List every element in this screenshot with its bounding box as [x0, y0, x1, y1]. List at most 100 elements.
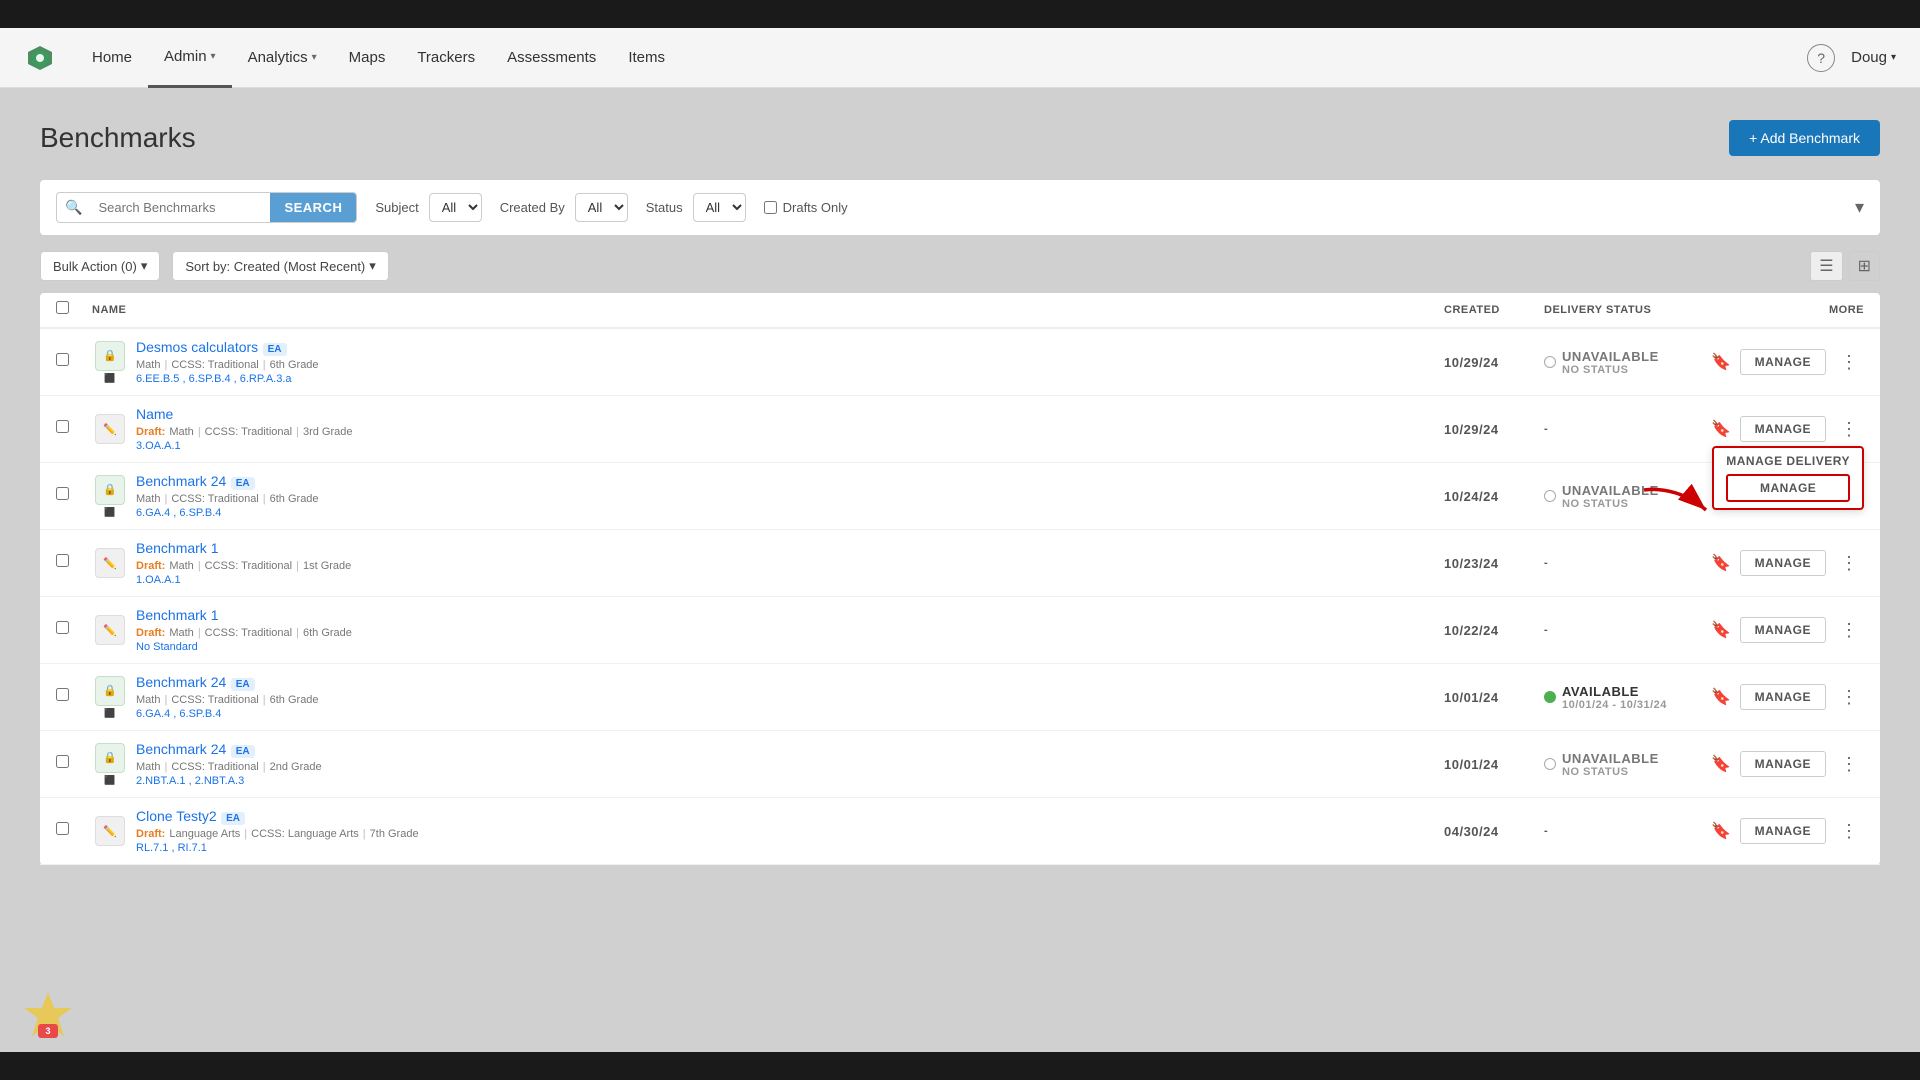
benchmark-name-link-8[interactable]: Clone Testy2: [136, 808, 217, 824]
row-name-col-4: Benchmark 1 Draft: Math | CCSS: Traditio…: [128, 540, 1444, 586]
row-icon-2: ✏️: [92, 414, 128, 444]
analytics-chevron: ▾: [312, 52, 317, 63]
row-name-col-6: Benchmark 24 EA Math | CCSS: Traditional…: [128, 674, 1444, 720]
row-created-5: 10/22/24: [1444, 623, 1544, 638]
row-icon-6: 🔒 ⬛: [92, 676, 128, 719]
nav-analytics[interactable]: Analytics ▾: [232, 28, 333, 88]
top-bar: [0, 0, 1920, 28]
bottom-bar: [0, 1052, 1920, 1080]
benchmarks-table: NAME CREATED DELIVERY STATUS MORE 🔒 ⬛: [40, 293, 1880, 865]
search-button[interactable]: SEARCH: [270, 193, 356, 222]
search-icon: 🔍: [57, 193, 90, 222]
benchmark-name-link-5[interactable]: Benchmark 1: [136, 607, 218, 623]
admin-chevron: ▾: [211, 51, 216, 62]
nav-items: Home Admin ▾ Analytics ▾ Maps Trackers A…: [76, 28, 1807, 88]
app-logo[interactable]: [24, 42, 56, 74]
more-menu-button-8[interactable]: ⋮: [1834, 819, 1864, 844]
benchmark-name-link-4[interactable]: Benchmark 1: [136, 540, 218, 556]
row-icon-3: 🔒 ⬛: [92, 475, 128, 518]
delivery-column-header: DELIVERY STATUS: [1544, 304, 1724, 316]
corner-badge: 3: [20, 988, 76, 1044]
lock-icon-7: 🔒: [95, 743, 125, 773]
more-menu-button-4[interactable]: ⋮: [1834, 551, 1864, 576]
row-name-col-7: Benchmark 24 EA Math | CCSS: Traditional…: [128, 741, 1444, 787]
status-select[interactable]: All: [693, 193, 746, 222]
grid-view-button[interactable]: ⊞: [1849, 251, 1880, 281]
row-delivery-7: Unavailable No Status: [1544, 751, 1724, 778]
bulk-action-button[interactable]: Bulk Action (0) ▾: [40, 251, 160, 281]
row-standards-3: 6.GA.4 , 6.SP.B.4: [136, 507, 1444, 519]
select-all-checkbox[interactable]: [56, 301, 69, 314]
more-menu-button-5[interactable]: ⋮: [1834, 618, 1864, 643]
view-toggle: ☰ ⊞: [1810, 251, 1880, 281]
subject-label: Subject: [375, 200, 418, 215]
sort-button[interactable]: Sort by: Created (Most Recent) ▾: [172, 251, 388, 281]
table-row: ✏️ Benchmark 1 Draft: Math | CCSS: Tradi…: [40, 530, 1880, 597]
search-input[interactable]: [90, 194, 270, 221]
benchmark-name-link-7[interactable]: Benchmark 24: [136, 741, 226, 757]
row-created-4: 10/23/24: [1444, 556, 1544, 571]
pencil-icon-4: ✏️: [95, 548, 125, 578]
manage-button-5[interactable]: MANAGE: [1740, 617, 1826, 643]
row-standards-7: 2.NBT.A.1 , 2.NBT.A.3: [136, 775, 1444, 787]
expand-filters-button[interactable]: ▾: [1855, 197, 1864, 218]
benchmark-name-link-2[interactable]: Name: [136, 406, 173, 422]
benchmark-name-link-3[interactable]: Benchmark 24: [136, 473, 226, 489]
row-checkbox-8: [56, 822, 92, 840]
more-menu-button-7[interactable]: ⋮: [1834, 752, 1864, 777]
row-actions-2: 🔖 MANAGE ⋮: [1724, 416, 1864, 442]
manage-button-8[interactable]: MANAGE: [1740, 818, 1826, 844]
nav-maps[interactable]: Maps: [333, 28, 402, 88]
search-container: 🔍 SEARCH: [56, 192, 357, 223]
manage-button-4[interactable]: MANAGE: [1740, 550, 1826, 576]
filter-bar: 🔍 SEARCH Subject All Created By All Stat…: [40, 180, 1880, 235]
row-meta-6: Math | CCSS: Traditional | 6th Grade: [136, 694, 1444, 706]
row-created-2: 10/29/24: [1444, 422, 1544, 437]
add-benchmark-button[interactable]: + Add Benchmark: [1729, 120, 1880, 156]
manage-button-7[interactable]: MANAGE: [1740, 751, 1826, 777]
table-header: NAME CREATED DELIVERY STATUS MORE: [40, 293, 1880, 329]
nav-items[interactable]: Items: [612, 28, 681, 88]
status-dot-6: [1544, 691, 1556, 703]
row-meta-1: Math | CCSS: Traditional | 6th Grade: [136, 359, 1444, 371]
svg-text:3: 3: [45, 1026, 50, 1036]
bookmark-icon-1: 🔖: [1711, 352, 1731, 372]
nav-home[interactable]: Home: [76, 28, 148, 88]
row-actions-6: 🔖 MANAGE ⋮: [1724, 684, 1864, 710]
manage-button-6[interactable]: MANAGE: [1740, 684, 1826, 710]
row-delivery-4: -: [1544, 557, 1724, 569]
more-menu-button-2[interactable]: ⋮: [1834, 417, 1864, 442]
row-icon-7: 🔒 ⬛: [92, 743, 128, 786]
drafts-only-checkbox[interactable]: [764, 201, 777, 214]
more-menu-button-6[interactable]: ⋮: [1834, 685, 1864, 710]
user-menu[interactable]: Doug ▾: [1851, 49, 1896, 66]
ea-badge-3: EA: [231, 477, 255, 490]
row-name-col-5: Benchmark 1 Draft: Math | CCSS: Traditio…: [128, 607, 1444, 653]
status-dot-7: [1544, 758, 1556, 770]
help-button[interactable]: ?: [1807, 44, 1835, 72]
row-icon-1: 🔒 ⬛: [92, 341, 128, 384]
subject-select[interactable]: All: [429, 193, 482, 222]
row-meta-7: Math | CCSS: Traditional | 2nd Grade: [136, 761, 1444, 773]
lock-icon-3: 🔒: [95, 475, 125, 505]
row-name-col-3: Benchmark 24 EA Math | CCSS: Traditional…: [128, 473, 1444, 519]
manage-button-1[interactable]: MANAGE: [1740, 349, 1826, 375]
benchmark-name-link-1[interactable]: Desmos calculators: [136, 339, 258, 355]
ea-badge-1: EA: [263, 343, 287, 356]
benchmark-name-link-6[interactable]: Benchmark 24: [136, 674, 226, 690]
nav-admin[interactable]: Admin ▾: [148, 28, 232, 88]
ea-badge-8: EA: [221, 812, 245, 825]
created-by-select[interactable]: All: [575, 193, 628, 222]
manage-button-2[interactable]: MANAGE: [1740, 416, 1826, 442]
row-delivery-1: Unavailable No Status: [1544, 349, 1724, 376]
row-delivery-8: -: [1544, 825, 1724, 837]
list-view-button[interactable]: ☰: [1810, 251, 1842, 281]
row-checkbox-7: [56, 755, 92, 773]
row-standards-2: 3.OA.A.1: [136, 440, 1444, 452]
more-menu-button-1[interactable]: ⋮: [1834, 350, 1864, 375]
calculator-icon: ⬛: [104, 373, 115, 384]
nav-assessments[interactable]: Assessments: [491, 28, 612, 88]
manage-delivery-button[interactable]: MANAGE: [1726, 474, 1850, 502]
nav-trackers[interactable]: Trackers: [401, 28, 491, 88]
row-meta-3: Math | CCSS: Traditional | 6th Grade: [136, 493, 1444, 505]
